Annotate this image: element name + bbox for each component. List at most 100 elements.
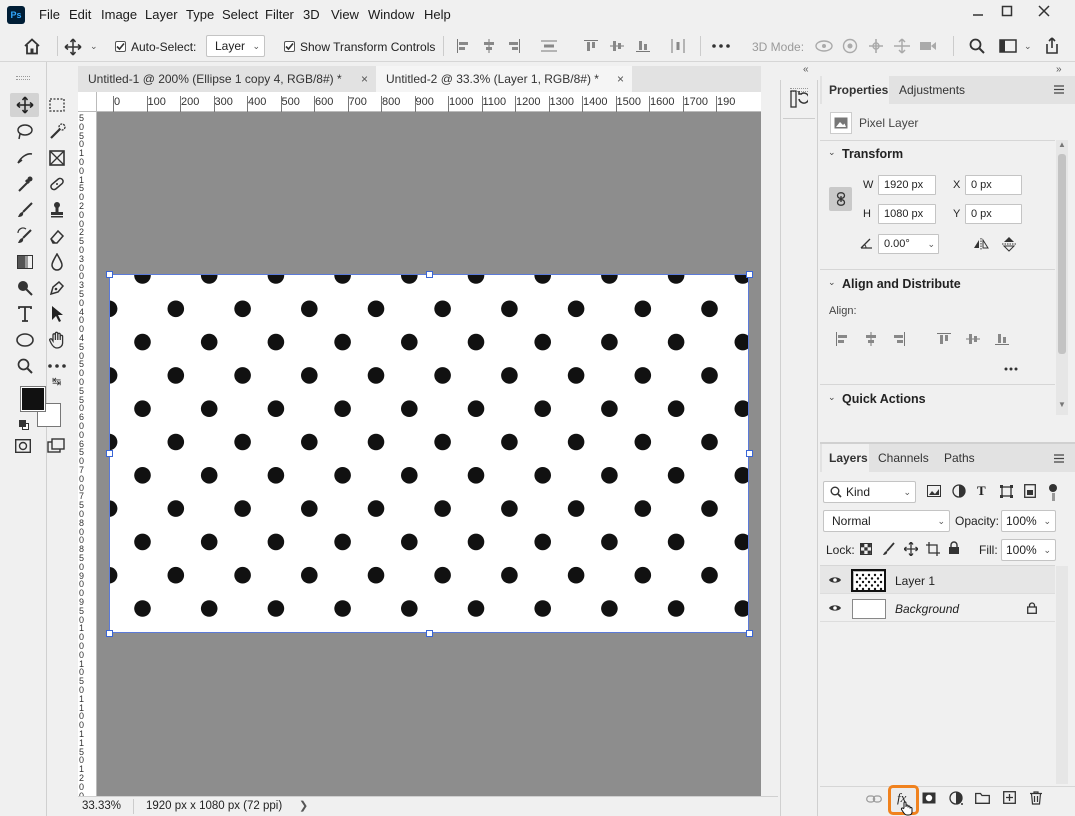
frame-tool[interactable] <box>46 147 68 169</box>
align-section-title[interactable]: Align and Distribute <box>842 277 961 291</box>
align-vertical-centers-icon[interactable] <box>610 39 624 53</box>
layer-name[interactable]: Background <box>895 602 959 616</box>
menu-image[interactable]: Image <box>101 7 137 22</box>
move-tool[interactable] <box>10 93 39 117</box>
layer-filter-kind-dropdown[interactable]: Kind ⌄ <box>823 481 916 503</box>
blend-mode-dropdown[interactable]: Normal ⌄ <box>823 510 950 532</box>
history-panel-button[interactable] <box>790 90 808 108</box>
tab-adjustments[interactable]: Adjustments <box>899 83 965 97</box>
3d-camera-icon[interactable] <box>919 39 937 53</box>
scrollbar-thumb[interactable] <box>1058 154 1066 354</box>
rotation-angle-field[interactable]: 0.00° ⌄ <box>878 234 939 254</box>
type-tool[interactable] <box>14 303 36 325</box>
lock-artboard-icon[interactable] <box>926 542 940 556</box>
home-button[interactable] <box>23 38 41 55</box>
more-align-options-icon[interactable] <box>1004 367 1018 371</box>
foreground-color-swatch[interactable] <box>20 386 46 412</box>
filter-shape-layers-icon[interactable] <box>1000 485 1013 498</box>
document-canvas[interactable] <box>109 274 749 633</box>
tab-channels[interactable]: Channels <box>878 451 929 465</box>
search-icon[interactable] <box>969 38 985 54</box>
dodge-tool[interactable] <box>14 277 36 299</box>
3d-pan-icon[interactable] <box>868 38 884 54</box>
x-position-field[interactable]: 0 px <box>965 175 1022 195</box>
lock-image-pixels-icon[interactable] <box>882 542 896 556</box>
pen-tool[interactable] <box>14 147 36 169</box>
horizontal-ruler[interactable]: 0 100 200 300 400 500 600 700 800 900 1000 1100 1200… <box>97 92 761 112</box>
menu-filter[interactable]: Filter <box>265 7 294 22</box>
transform-handle[interactable] <box>745 450 753 457</box>
tab-layers[interactable]: Layers <box>822 444 869 472</box>
quick-selection-tool[interactable] <box>46 121 68 143</box>
tab-paths[interactable]: Paths <box>944 451 975 465</box>
collapse-panel-icon[interactable]: « <box>803 64 809 75</box>
new-group-icon[interactable] <box>975 792 990 804</box>
swap-colors-icon[interactable]: ↹ <box>52 375 61 388</box>
align-right-edges-icon[interactable] <box>507 39 521 53</box>
marquee-tool[interactable] <box>46 94 68 116</box>
link-layers-icon[interactable] <box>866 794 882 804</box>
menu-help[interactable]: Help <box>424 7 451 22</box>
align-top-edges-icon[interactable] <box>937 332 951 346</box>
3d-orbit-icon[interactable] <box>815 38 833 54</box>
lock-transparent-pixels-icon[interactable] <box>860 543 872 555</box>
pen-path-tool[interactable] <box>46 277 68 299</box>
scroll-down-icon[interactable]: ▼ <box>1058 400 1066 409</box>
hand-tool[interactable] <box>46 329 68 351</box>
fill-field[interactable]: 100% ⌄ <box>1001 539 1056 561</box>
align-top-edges-icon[interactable] <box>584 39 598 53</box>
brush-tool[interactable] <box>14 199 36 221</box>
distribute-vertical-icon[interactable] <box>541 39 557 53</box>
eraser-tool[interactable] <box>46 225 68 247</box>
menu-3d[interactable]: 3D <box>303 7 320 22</box>
transform-handle[interactable] <box>105 270 113 278</box>
maximize-button[interactable] <box>991 0 1023 22</box>
chevron-down-icon[interactable]: ⌄ <box>1024 41 1032 52</box>
lock-all-icon[interactable] <box>948 541 960 555</box>
height-field[interactable]: 1080 px <box>878 204 936 224</box>
workspace-icon[interactable] <box>999 39 1017 53</box>
transform-handle[interactable] <box>105 450 113 457</box>
path-selection-tool[interactable] <box>46 303 68 325</box>
menu-type[interactable]: Type <box>186 7 214 22</box>
lock-position-icon[interactable] <box>904 542 918 556</box>
chevron-down-icon[interactable]: ⌄ <box>90 41 98 52</box>
filter-type-layers-icon[interactable]: T <box>977 483 986 499</box>
ellipse-tool[interactable] <box>14 329 36 351</box>
menu-view[interactable]: View <box>331 7 359 22</box>
edit-toolbar-button[interactable] <box>46 355 68 377</box>
menu-layer[interactable]: Layer <box>145 7 178 22</box>
align-left-edges-icon[interactable] <box>835 332 849 346</box>
status-menu-arrow-icon[interactable]: ❯ <box>299 799 308 812</box>
layer-row-background[interactable]: Background <box>820 594 1055 622</box>
menu-window[interactable]: Window <box>368 7 414 22</box>
properties-scrollbar[interactable]: ▲ ▼ <box>1056 140 1068 415</box>
filter-adjustment-layers-icon[interactable] <box>952 484 966 498</box>
layer-row-layer-1[interactable]: Layer 1 <box>820 566 1055 594</box>
flip-vertical-icon[interactable] <box>1002 236 1016 252</box>
add-layer-style-button[interactable]: fx <box>888 785 919 816</box>
new-fill-adjustment-layer-icon[interactable] <box>949 791 964 806</box>
trash-icon[interactable] <box>1030 791 1042 805</box>
align-left-edges-icon[interactable] <box>456 39 470 53</box>
3d-roll-icon[interactable] <box>842 38 858 54</box>
zoom-level[interactable]: 33.33% <box>82 800 121 812</box>
toolbar-grip[interactable] <box>16 76 30 80</box>
screen-mode-button[interactable] <box>47 438 65 454</box>
move-tool-preset[interactable] <box>64 38 82 56</box>
blur-tool[interactable] <box>46 251 68 273</box>
menu-select[interactable]: Select <box>222 7 258 22</box>
collapse-quick-actions-icon[interactable]: ⌄ <box>828 392 836 403</box>
filter-smart-objects-icon[interactable] <box>1024 484 1036 498</box>
more-options-icon[interactable] <box>712 44 730 48</box>
scroll-up-icon[interactable]: ▲ <box>1058 140 1066 149</box>
share-icon[interactable] <box>1044 37 1060 55</box>
quick-mask-button[interactable] <box>15 439 31 453</box>
link-dimensions-button[interactable] <box>829 187 852 211</box>
close-tab-icon[interactable]: × <box>617 66 624 92</box>
healing-brush-tool[interactable] <box>46 173 68 195</box>
flip-horizontal-icon[interactable] <box>973 238 989 250</box>
3d-slide-icon[interactable] <box>893 38 911 54</box>
close-tab-icon[interactable]: × <box>361 66 368 92</box>
collapse-align-icon[interactable]: ⌄ <box>828 277 836 288</box>
